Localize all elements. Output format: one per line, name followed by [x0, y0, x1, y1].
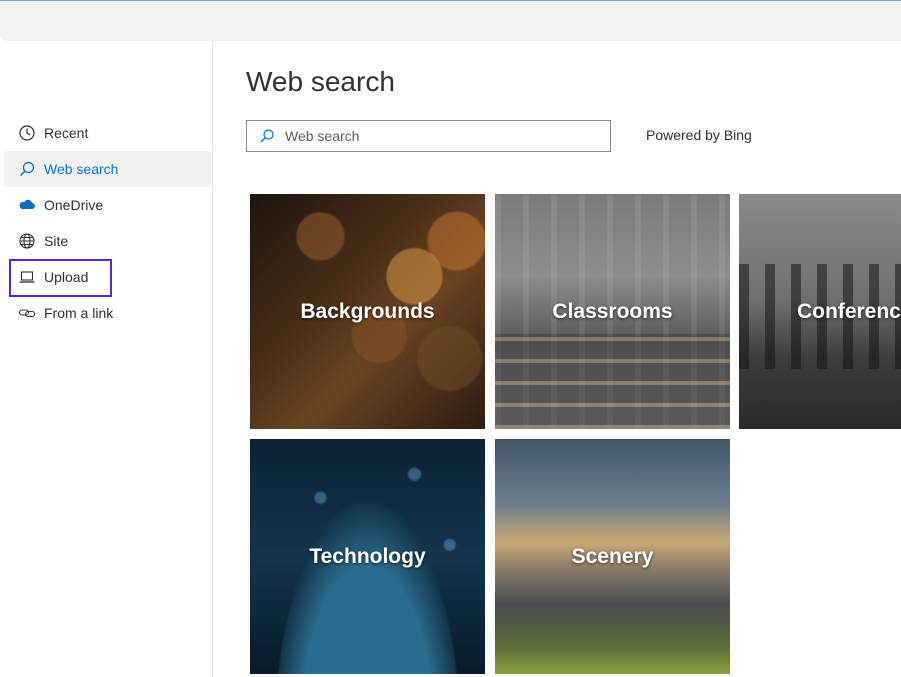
sidebar: Recent Web search OneDrive Site Upload F… — [0, 41, 213, 677]
category-tile-backgrounds[interactable]: Backgrounds — [250, 194, 485, 429]
category-tile-scenery[interactable]: Scenery — [495, 439, 730, 674]
sidebar-item-label: From a link — [44, 305, 114, 321]
cloud-icon — [18, 196, 36, 214]
category-tile-classrooms[interactable]: Classrooms — [495, 194, 730, 429]
search-icon — [18, 160, 36, 178]
search-icon — [259, 128, 283, 144]
category-tile-conference[interactable]: Conference — [739, 194, 901, 429]
sidebar-item-label: OneDrive — [44, 197, 104, 213]
tile-label: Technology — [309, 544, 426, 568]
sidebar-item-web-search[interactable]: Web search — [4, 151, 211, 187]
sidebar-item-label: Recent — [44, 125, 89, 141]
sidebar-item-label: Web search — [44, 161, 119, 177]
sidebar-item-site[interactable]: Site — [4, 223, 211, 259]
sidebar-item-label: Upload — [44, 269, 89, 285]
laptop-icon — [18, 268, 36, 286]
top-bar — [0, 1, 901, 41]
tile-label: Backgrounds — [300, 299, 435, 323]
powered-by-bing: Powered by Bing — [646, 127, 752, 143]
sidebar-item-upload[interactable]: Upload — [4, 259, 211, 295]
sidebar-item-recent[interactable]: Recent — [4, 115, 211, 151]
tile-label: Conference — [797, 299, 901, 323]
link-icon — [18, 304, 36, 322]
sidebar-item-label: Site — [44, 233, 69, 249]
globe-icon — [18, 232, 36, 250]
search-box[interactable] — [246, 120, 611, 152]
sidebar-nav: Recent Web search OneDrive Site Upload F… — [4, 115, 211, 331]
page-title: Web search — [246, 66, 395, 97]
search-input[interactable] — [283, 127, 587, 145]
category-tile-technology[interactable]: Technology — [250, 439, 485, 674]
sidebar-item-onedrive[interactable]: OneDrive — [4, 187, 211, 223]
sidebar-item-from-a-link[interactable]: From a link — [4, 295, 211, 331]
tile-label: Classrooms — [552, 299, 673, 323]
clock-icon — [18, 124, 36, 142]
tile-label: Scenery — [571, 544, 654, 568]
